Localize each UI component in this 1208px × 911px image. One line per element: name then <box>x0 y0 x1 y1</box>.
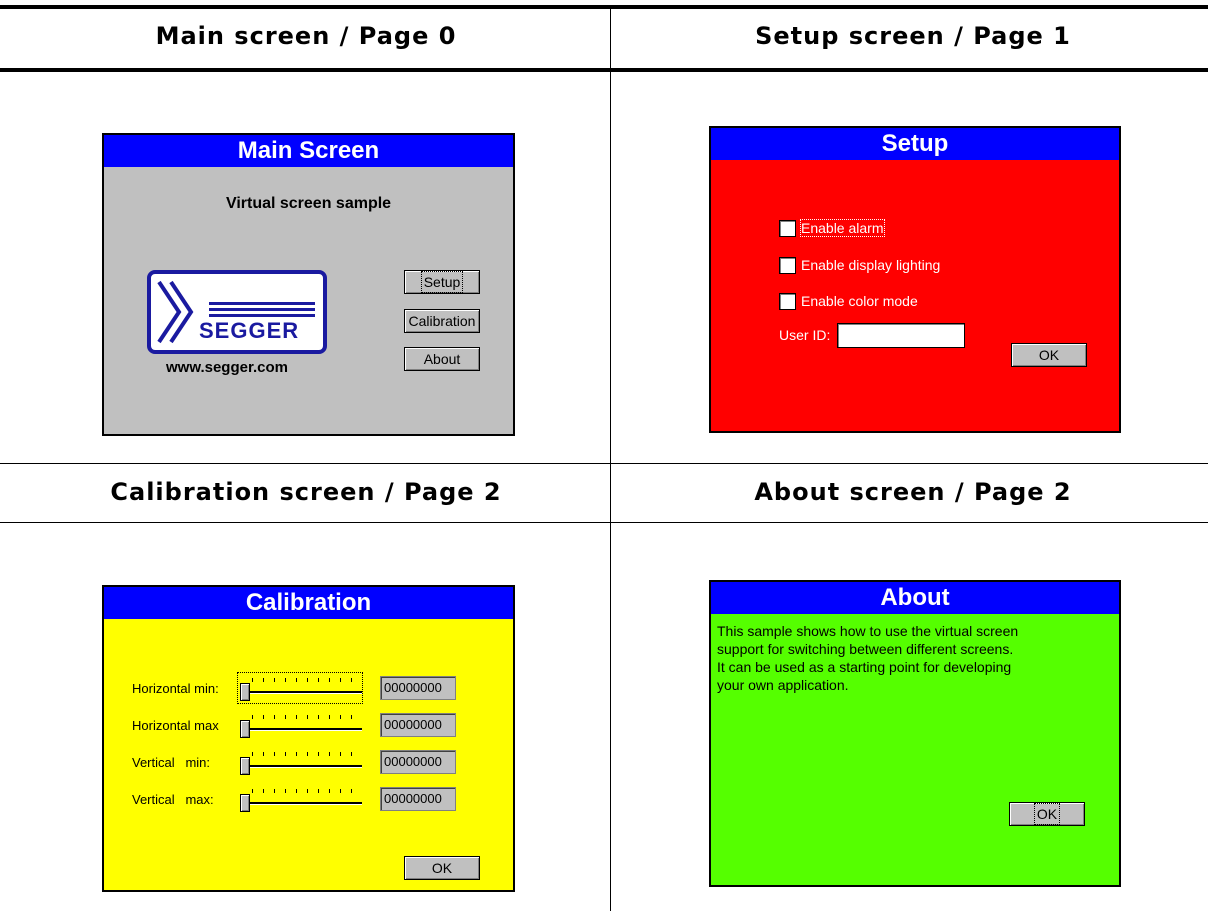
setup-screen-body: Enable alarm Enable display lighting Ena… <box>711 160 1119 431</box>
horizontal-max-value: 00000000 <box>380 713 456 737</box>
segger-logo-text: SEGGER <box>199 318 300 343</box>
horizontal-min-value: 00000000 <box>380 676 456 700</box>
enable-color-mode-label[interactable]: Enable color mode <box>801 293 918 309</box>
horizontal-min-slider[interactable] <box>237 672 363 704</box>
table-column-divider <box>610 9 611 911</box>
enable-display-lighting-checkbox[interactable] <box>779 257 796 274</box>
main-screen-window: Main Screen Virtual screen sample SEGGER… <box>102 133 515 436</box>
calibration-row-label: Horizontal min: <box>132 681 219 696</box>
about-ok-button[interactable]: OK <box>1009 802 1085 826</box>
setup-ok-button[interactable]: OK <box>1011 343 1087 367</box>
calibration-ok-button[interactable]: OK <box>404 856 480 880</box>
enable-color-mode-checkbox[interactable] <box>779 293 796 310</box>
slider-thumb[interactable] <box>240 794 250 812</box>
horizontal-max-slider[interactable] <box>238 710 362 740</box>
main-screen-subtitle: Virtual screen sample <box>225 195 392 212</box>
calibration-row-label: Vertical min: <box>132 755 211 770</box>
vertical-min-slider[interactable] <box>238 747 362 777</box>
about-text-line: It can be used as a starting point for d… <box>717 659 1012 675</box>
vertical-max-value: 00000000 <box>380 787 456 811</box>
user-id-field[interactable] <box>837 323 965 348</box>
table-header-border <box>0 68 1208 72</box>
setup-screen-window: Setup Enable alarm Enable display lighti… <box>709 126 1121 433</box>
caption-calibration: Calibration screen / Page 2 <box>110 478 502 506</box>
calibration-screen-body: Horizontal min: 00000000 Horizontal max … <box>104 619 513 890</box>
main-screen-title: Main Screen <box>104 135 513 167</box>
segger-logo: SEGGER <box>147 270 327 354</box>
about-screen-window: About This sample shows how to use the v… <box>709 580 1121 887</box>
segger-url: www.segger.com <box>166 359 288 376</box>
calibration-screen-title: Calibration <box>104 587 513 619</box>
about-text-line: support for switching between different … <box>717 641 1014 657</box>
vertical-max-slider[interactable] <box>238 784 362 814</box>
about-screen-title: About <box>711 582 1119 614</box>
slider-thumb[interactable] <box>240 720 250 738</box>
setup-button[interactable]: Setup <box>404 270 480 294</box>
caption-setup: Setup screen / Page 1 <box>755 22 1071 50</box>
table-top-border <box>0 5 1208 9</box>
about-text-line: your own application. <box>717 677 849 693</box>
caption-about: About screen / Page 2 <box>754 478 1072 506</box>
calibration-button[interactable]: Calibration <box>404 309 480 333</box>
main-screen-body: Virtual screen sample SEGGER www.segger.… <box>104 167 513 434</box>
enable-display-lighting-label[interactable]: Enable display lighting <box>801 257 940 273</box>
about-screen-body: This sample shows how to use the virtual… <box>711 614 1119 885</box>
table-row-divider <box>0 522 1208 523</box>
table-row-divider <box>0 463 1208 464</box>
user-id-label: User ID: <box>779 327 831 343</box>
about-text-line: This sample shows how to use the virtual… <box>717 623 1019 639</box>
slider-thumb[interactable] <box>240 683 250 701</box>
calibration-row-label: Horizontal max <box>132 718 219 733</box>
about-button[interactable]: About <box>404 347 480 371</box>
setup-screen-title: Setup <box>711 128 1119 160</box>
enable-alarm-label[interactable]: Enable alarm <box>800 219 885 237</box>
calibration-row-label: Vertical max: <box>132 792 214 807</box>
enable-alarm-checkbox[interactable] <box>779 220 796 237</box>
calibration-screen-window: Calibration Horizontal min: 00000000 Hor… <box>102 585 515 892</box>
caption-main: Main screen / Page 0 <box>155 22 457 50</box>
slider-thumb[interactable] <box>240 757 250 775</box>
vertical-min-value: 00000000 <box>380 750 456 774</box>
